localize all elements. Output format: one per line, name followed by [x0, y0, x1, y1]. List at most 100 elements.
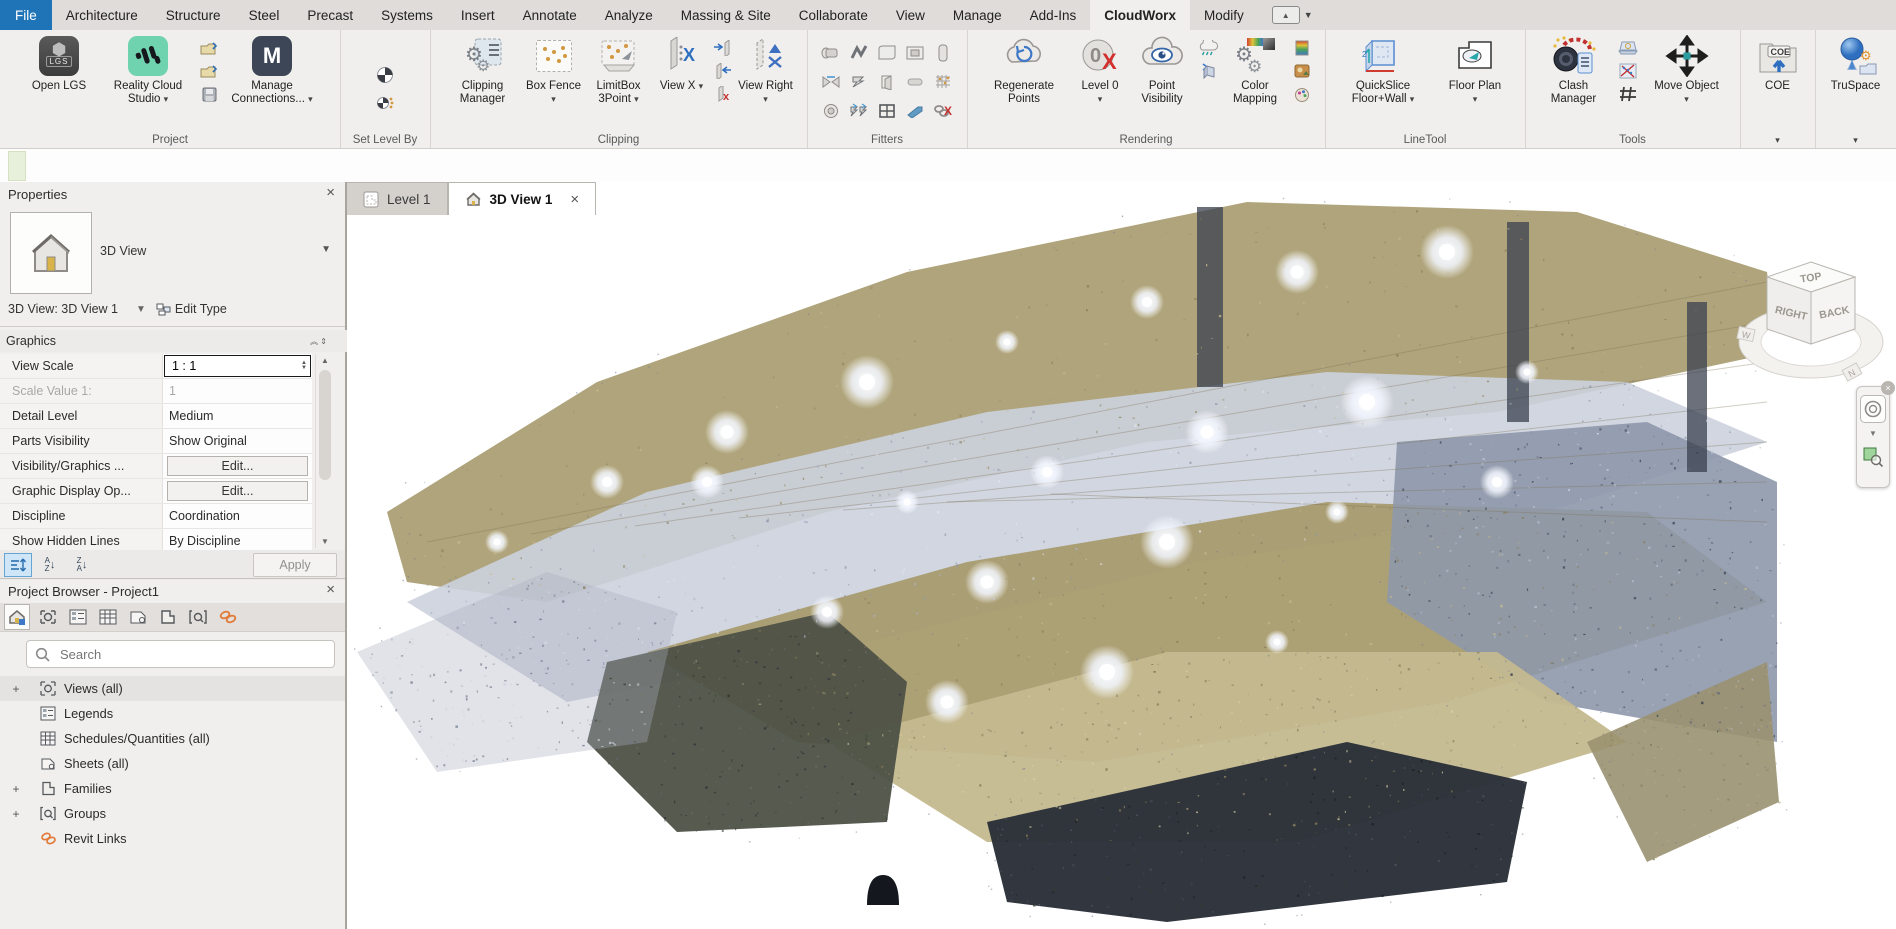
navigation-bar[interactable]: × ▼ — [1856, 386, 1890, 488]
close-icon[interactable]: × — [326, 581, 335, 598]
tree-item-legends[interactable]: Legends — [0, 701, 345, 726]
elbow-fitting-icon[interactable] — [848, 43, 870, 63]
image-adjust-button[interactable] — [1291, 61, 1313, 81]
window-fitting-icon[interactable] — [876, 101, 898, 121]
valve-fitting-icon[interactable] — [820, 72, 842, 92]
laptop-scan-button[interactable] — [1617, 38, 1639, 58]
ramp-fitting-icon[interactable] — [904, 101, 926, 121]
zoom-region-button[interactable] — [1861, 445, 1885, 469]
flange-fitting-icon[interactable] — [820, 101, 842, 121]
chevron-down-icon[interactable]: ▼ — [136, 304, 146, 315]
drawing-area[interactable]: Level 1 3D View 1 × W N TOP RIGHT BACK × — [347, 182, 1896, 929]
tab-structure[interactable]: Structure — [152, 0, 235, 30]
box-duct-fitting-icon[interactable] — [904, 43, 926, 63]
tree-item-schedules[interactable]: Schedules/Quantities (all) — [0, 726, 345, 751]
type-preview[interactable] — [10, 212, 92, 294]
chevron-down-icon[interactable]: ▼ — [1857, 429, 1889, 438]
floor-plan-button[interactable]: Floor Plan▾ — [1440, 34, 1510, 106]
chevron-down-icon[interactable]: ▼ — [321, 244, 331, 255]
clip-plane-forward-button[interactable] — [712, 38, 734, 58]
cylinder-fitting-icon[interactable] — [932, 43, 954, 63]
search-input[interactable] — [58, 646, 326, 663]
edit-type-button[interactable]: Edit Type — [156, 302, 227, 316]
tab-systems[interactable]: Systems — [367, 0, 447, 30]
link-toolbar-button[interactable] — [216, 605, 240, 629]
tab-insert[interactable]: Insert — [447, 0, 509, 30]
group-expand-coe[interactable]: ▾ — [1740, 134, 1815, 146]
limitbox-3point-button[interactable]: LimitBox 3Point ▾ — [586, 34, 652, 106]
clipping-manager-button[interactable]: ⚙⚙ Clipping Manager — [444, 34, 522, 106]
steering-wheel-button[interactable] — [1860, 395, 1886, 423]
open-connection-button[interactable] — [198, 38, 220, 58]
property-row-detail-level[interactable]: Detail Level Medium — [0, 404, 312, 429]
palette-button[interactable] — [1291, 84, 1313, 104]
door-fitting-icon[interactable] — [876, 72, 898, 92]
sort-az-button[interactable]: AZ↓ — [36, 553, 64, 577]
ribbon-display-toggle[interactable]: ▲ ▼ — [1272, 0, 1313, 30]
schedules-toolbar-button[interactable] — [96, 605, 120, 629]
save-connection-button[interactable] — [198, 84, 220, 104]
gasket-fitting-icon[interactable] — [904, 72, 926, 92]
pipe-fitting-icon[interactable] — [820, 43, 842, 63]
view-right-button[interactable]: View Right ▾ — [738, 34, 794, 106]
tab-analyze[interactable]: Analyze — [591, 0, 667, 30]
sort-default-button[interactable] — [4, 553, 32, 577]
scroll-up-icon[interactable]: ▲ — [316, 356, 334, 365]
point-visibility-button[interactable]: Point Visibility — [1131, 34, 1193, 106]
box-fence-button[interactable]: Box Fence ▾ — [526, 34, 582, 106]
point-cloud-view[interactable] — [347, 182, 1896, 929]
tree-item-families[interactable]: + Families — [0, 776, 345, 801]
color-bar-button[interactable] — [1291, 38, 1313, 58]
property-row-view-scale[interactable]: View Scale ▲▼ — [0, 354, 312, 379]
visibility-graphics-edit-button[interactable]: Edit... — [167, 456, 308, 476]
double-beam-fitting-icon[interactable] — [848, 101, 870, 121]
home-view-button[interactable] — [4, 604, 30, 630]
groups-toolbar-button[interactable] — [186, 605, 210, 629]
views-filter-button[interactable] — [36, 605, 60, 629]
sheets-toolbar-button[interactable] — [126, 605, 150, 629]
graphic-display-edit-button[interactable]: Edit... — [167, 481, 308, 501]
clash-manager-button[interactable]: Clash Manager — [1539, 34, 1609, 106]
expand-icon[interactable]: + — [10, 807, 22, 821]
tab-view[interactable]: View — [882, 0, 939, 30]
search-box[interactable] — [26, 640, 335, 668]
tab-add-ins[interactable]: Add-Ins — [1016, 0, 1091, 30]
tab-steel[interactable]: Steel — [235, 0, 294, 30]
tab-collaborate[interactable]: Collaborate — [785, 0, 882, 30]
beam-fitting-icon[interactable] — [848, 72, 870, 92]
tab-architecture[interactable]: Architecture — [52, 0, 152, 30]
regenerate-points-button[interactable]: Regenerate Points — [979, 34, 1069, 106]
group-expand-truspace[interactable]: ▾ — [1815, 134, 1896, 146]
close-tab-icon[interactable]: × — [570, 191, 579, 208]
clip-plane-back-button[interactable] — [712, 61, 734, 81]
cloud-rain-button[interactable] — [1197, 38, 1219, 58]
truspace-button[interactable]: ⚙ TruSpace — [1821, 34, 1891, 93]
duct-fitting-icon[interactable] — [876, 43, 898, 63]
tab-precast[interactable]: Precast — [293, 0, 367, 30]
view-scale-input[interactable]: ▲▼ — [164, 355, 311, 377]
scan-lines-button[interactable] — [1617, 61, 1639, 81]
tab-massing-site[interactable]: Massing & Site — [667, 0, 785, 30]
survey-point-button[interactable] — [374, 65, 396, 85]
view-tab-level-1[interactable]: Level 1 — [347, 182, 448, 215]
close-icon[interactable]: × — [326, 184, 335, 201]
coe-button[interactable]: COE COE — [1746, 34, 1810, 93]
survey-point-level-button[interactable] — [374, 93, 396, 113]
tree-item-revit-links[interactable]: Revit Links — [0, 826, 345, 851]
property-row-discipline[interactable]: Discipline Coordination — [0, 504, 312, 529]
sort-za-button[interactable]: ZA↓ — [68, 553, 96, 577]
tree-item-sheets[interactable]: Sheets (all) — [0, 751, 345, 776]
scrollbar-thumb[interactable] — [319, 370, 331, 480]
color-mapping-button[interactable]: ⚙⚙ Color Mapping — [1223, 34, 1287, 106]
tab-manage[interactable]: Manage — [939, 0, 1016, 30]
reality-cloud-studio-button[interactable]: Reality Cloud Studio ▾ — [102, 34, 194, 106]
scroll-down-icon[interactable]: ▼ — [316, 537, 334, 546]
open-folder-button[interactable] — [198, 61, 220, 81]
collapse-chevrons-icon[interactable]: ︽ ⇕ — [310, 336, 327, 347]
clip-plane-remove-button[interactable]: x — [712, 84, 734, 104]
move-object-button[interactable]: Move Object▾ — [1647, 34, 1727, 106]
tab-cloudworx[interactable]: CloudWorx — [1090, 0, 1190, 30]
cube-body[interactable]: TOP RIGHT BACK — [1767, 262, 1855, 344]
tab-modify[interactable]: Modify — [1190, 0, 1258, 30]
project-browser-header[interactable]: Project Browser - Project1 × — [0, 578, 345, 603]
